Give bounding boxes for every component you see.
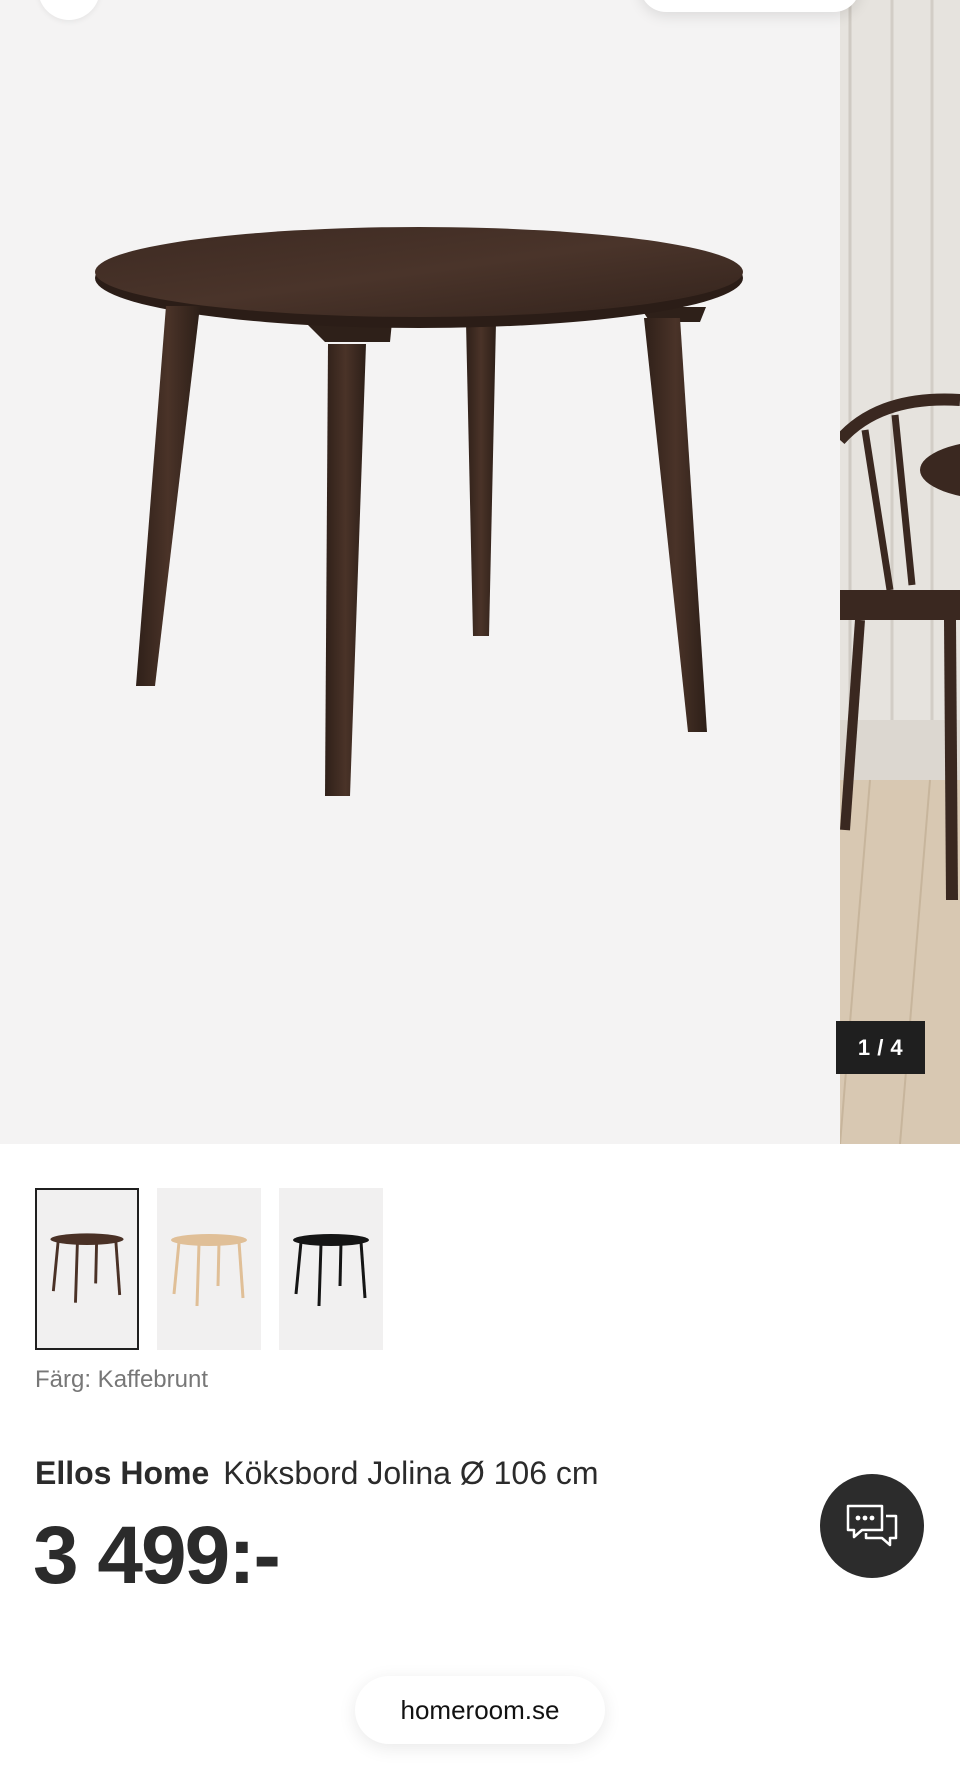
product-image-next-preview[interactable] <box>840 0 960 1144</box>
product-image-main[interactable] <box>0 0 840 1144</box>
swatch-kaffebrunt[interactable] <box>35 1188 139 1350</box>
chat-bubbles-icon <box>846 1504 898 1547</box>
dining-table-photo <box>95 227 743 796</box>
swatch-table-thumbnail <box>50 1233 124 1303</box>
brand-name: Ellos Home <box>35 1455 210 1491</box>
product-title: Ellos Home Köksbord Jolina Ø 106 cm <box>35 1455 599 1492</box>
swatch-table-thumbnail <box>293 1234 369 1307</box>
product-price: 3 499:- <box>33 1510 281 1601</box>
swatch-svart[interactable] <box>279 1188 383 1350</box>
product-image-gallery[interactable]: 1 / 4 <box>0 0 960 1144</box>
product-name: Köksbord Jolina Ø 106 cm <box>223 1455 599 1491</box>
selected-color-label: Färg: Kaffebrunt <box>35 1366 208 1393</box>
swatch-natur[interactable] <box>157 1188 261 1350</box>
image-counter: 1 / 4 <box>836 1021 925 1074</box>
url-bar[interactable]: homeroom.se <box>355 1676 605 1744</box>
room-scene-photo <box>840 0 960 1144</box>
top-action-pill[interactable] <box>640 0 860 12</box>
swatch-table-thumbnail <box>171 1234 247 1307</box>
chat-button[interactable] <box>820 1474 924 1578</box>
